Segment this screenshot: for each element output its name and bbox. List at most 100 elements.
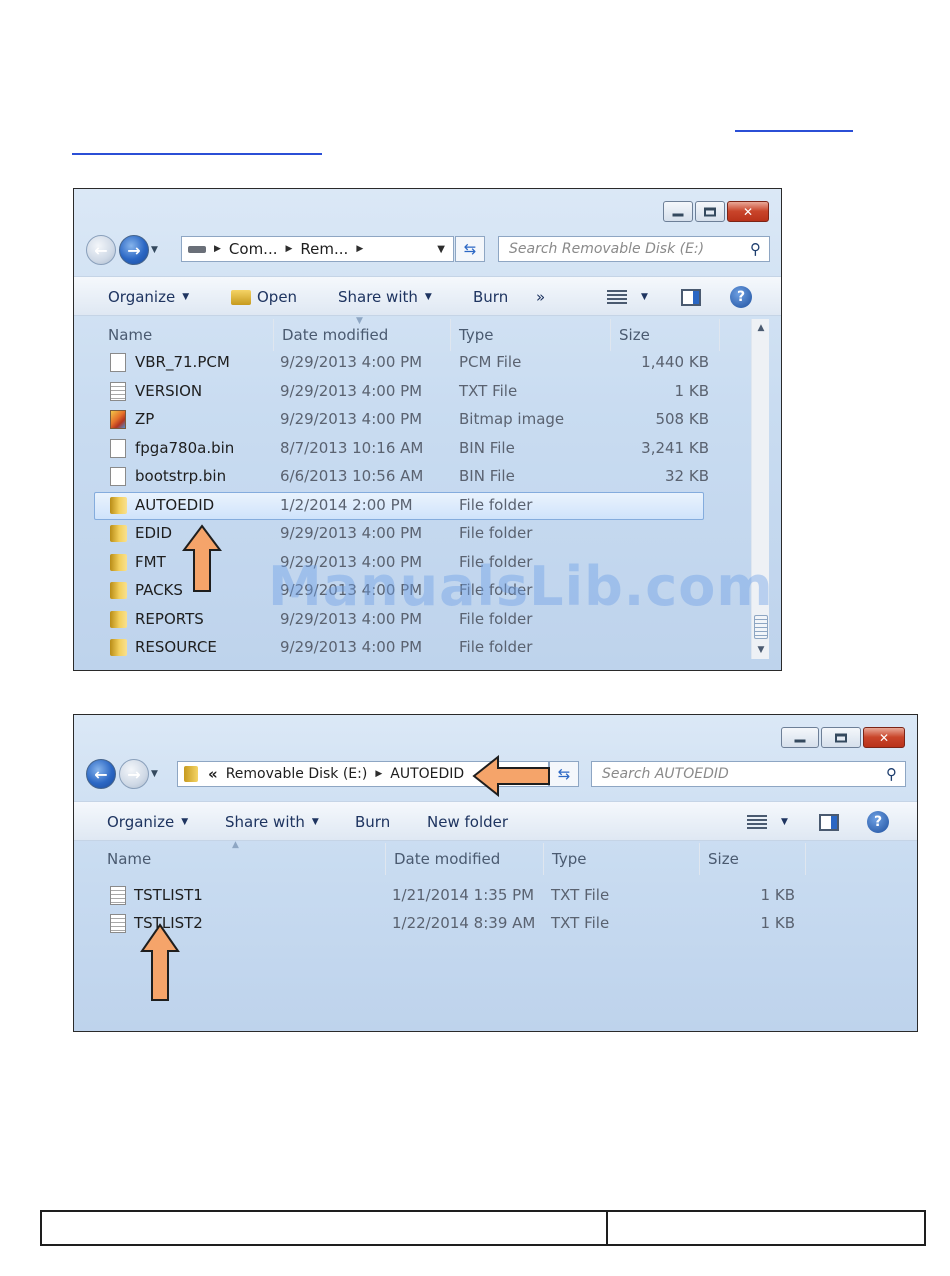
caption-buttons: ✕ <box>781 727 905 748</box>
column-name[interactable]: Name <box>99 843 386 875</box>
column-type[interactable]: Type <box>451 319 611 351</box>
file-row[interactable]: fpga780a.bin 8/7/2013 10:16 AM BIN File 3,2… <box>74 434 750 463</box>
open-button[interactable]: Open <box>231 277 297 317</box>
refresh-button[interactable]: ⇆ <box>549 761 579 787</box>
file-name: TSTLIST1 <box>134 886 203 905</box>
column-date-modified[interactable]: Date modified <box>386 843 544 875</box>
watermark: ManualsLib.com <box>268 555 774 618</box>
search-icon[interactable]: ⚲ <box>886 765 897 783</box>
chevron-down-icon: ▼ <box>424 292 432 302</box>
file-date-modified: 6/6/2013 10:56 AM <box>280 467 424 486</box>
address-dropdown-icon[interactable]: ▼ <box>437 244 445 255</box>
share-with-button[interactable]: Share with ▼ <box>338 277 432 317</box>
file-type: BIN File <box>459 438 515 457</box>
back-button[interactable]: ← <box>86 235 116 265</box>
preview-pane-button[interactable] <box>819 802 839 842</box>
close-button[interactable]: ✕ <box>863 727 905 748</box>
more-commands-button[interactable]: » <box>536 277 545 317</box>
file-type: TXT File <box>551 914 610 933</box>
breadcrumb-removable-disk[interactable]: Removable Disk (E:) <box>226 766 368 782</box>
minimize-button[interactable] <box>663 201 693 222</box>
chevron-down-icon: ▼ <box>641 292 648 302</box>
open-label: Open <box>257 288 298 306</box>
column-date-modified[interactable]: Date modified <box>274 319 451 351</box>
file-row[interactable]: EDID 9/29/2013 4:00 PM File folder <box>74 519 750 548</box>
file-row[interactable]: VERSION 9/29/2013 4:00 PM TXT File 1 KB <box>74 377 750 406</box>
file-name: bootstrp.bin <box>135 467 227 486</box>
change-view-button[interactable]: ▼ <box>747 802 788 842</box>
file-icon <box>110 353 126 372</box>
file-row[interactable]: TSTLIST1 1/21/2014 1:35 PM TXT File 1 KB <box>74 881 910 910</box>
file-name: ZP <box>135 410 155 429</box>
share-with-button[interactable]: Share with ▼ <box>225 802 319 842</box>
breadcrumb-separator-icon[interactable]: ▶ <box>356 244 363 254</box>
column-date-label: Date modified <box>394 850 501 868</box>
file-row[interactable]: VBR_71.PCM 9/29/2013 4:00 PM PCM File 1,440… <box>74 348 750 377</box>
breadcrumb-autoedid[interactable]: AUTOEDID <box>390 766 464 782</box>
explorer-window-autoedid: ✕ ← → ▼ « Removable Disk (E:) ▶ AUTOEDID… <box>73 714 918 1032</box>
help-button[interactable]: ? <box>730 277 752 317</box>
burn-label: Burn <box>355 813 391 831</box>
minimize-button[interactable] <box>781 727 819 748</box>
new-folder-button[interactable]: New folder <box>427 802 508 842</box>
maximize-button[interactable] <box>821 727 861 748</box>
share-with-label: Share with <box>338 288 418 306</box>
command-bar: Organize ▼ Share with ▼ Burn New folder ▼ … <box>74 801 917 841</box>
back-button[interactable]: ← <box>86 759 116 789</box>
file-row[interactable]: ZP 9/29/2013 4:00 PM Bitmap image 508 KB <box>74 405 750 434</box>
file-row[interactable]: TSTLIST2 1/22/2014 8:39 AM TXT File 1 KB <box>74 909 910 938</box>
search-box[interactable]: Search AUTOEDID ⚲ <box>591 761 906 787</box>
column-size[interactable]: Size <box>611 319 720 351</box>
breadcrumb-overflow-icon[interactable]: « <box>208 765 218 783</box>
file-row[interactable]: RESOURCE 9/29/2013 4:00 PM File folder <box>74 633 750 662</box>
file-row[interactable]: AUTOEDID 1/2/2014 2:00 PM File folder <box>74 491 750 520</box>
file-row[interactable]: bootstrp.bin 6/6/2013 10:56 AM BIN File 32 … <box>74 462 750 491</box>
file-name: AUTOEDID <box>135 495 215 514</box>
close-button[interactable]: ✕ <box>727 201 769 222</box>
callout-arrow-left <box>472 755 550 797</box>
file-type: File folder <box>459 495 533 514</box>
change-view-button[interactable]: ▼ <box>607 277 648 317</box>
help-button[interactable]: ? <box>867 802 889 842</box>
file-size <box>614 491 709 520</box>
column-size[interactable]: Size <box>700 843 806 875</box>
burn-button[interactable]: Burn <box>355 802 390 842</box>
column-name-label: Name <box>108 326 153 344</box>
forward-button[interactable]: → <box>119 235 149 265</box>
file-date-modified: 9/29/2013 4:00 PM <box>280 410 423 429</box>
file-size: 32 KB <box>665 467 709 486</box>
chevron-down-icon: ▼ <box>311 817 319 827</box>
address-bar[interactable]: ▶ Com... ▶ Rem... ▶ ▼ <box>181 236 454 262</box>
refresh-button[interactable]: ⇆ <box>455 236 485 262</box>
recent-pages-dropdown[interactable]: ▼ <box>151 245 158 255</box>
column-type[interactable]: Type <box>544 843 700 875</box>
scroll-down-arrow-icon[interactable]: ▼ <box>752 641 770 659</box>
footer-cell-right <box>608 1212 924 1244</box>
file-icon <box>110 438 126 458</box>
search-icon[interactable]: ⚲ <box>750 240 761 258</box>
forward-button[interactable]: → <box>119 759 149 789</box>
recent-pages-dropdown[interactable]: ▼ <box>151 769 158 779</box>
share-with-label: Share with <box>225 813 305 831</box>
breadcrumb-removable-disk[interactable]: Rem... <box>300 240 348 258</box>
text-file-icon <box>110 886 126 905</box>
file-type: File folder <box>459 638 533 657</box>
file-size: 1 KB <box>760 914 795 933</box>
hyperlink-underline[interactable] <box>72 153 322 155</box>
scrollbar-thumb[interactable] <box>754 615 768 639</box>
breadcrumb-computer[interactable]: Com... <box>229 240 278 258</box>
file-type: BIN File <box>459 467 515 486</box>
file-type: TXT File <box>459 381 518 400</box>
search-box[interactable]: Search Removable Disk (E:) ⚲ <box>498 236 770 262</box>
maximize-button[interactable] <box>695 201 725 222</box>
burn-button[interactable]: Burn <box>473 277 508 317</box>
file-date-modified: 9/29/2013 4:00 PM <box>280 353 423 372</box>
organize-button[interactable]: Organize ▼ <box>107 802 188 842</box>
organize-button[interactable]: Organize ▼ <box>108 277 189 317</box>
column-name[interactable]: Name <box>100 319 274 351</box>
help-icon: ? <box>867 811 889 833</box>
preview-pane-button[interactable] <box>681 277 701 317</box>
callout-arrow-up <box>182 524 222 592</box>
hyperlink-underline[interactable] <box>735 130 853 132</box>
scroll-up-arrow-icon[interactable]: ▲ <box>752 319 770 337</box>
